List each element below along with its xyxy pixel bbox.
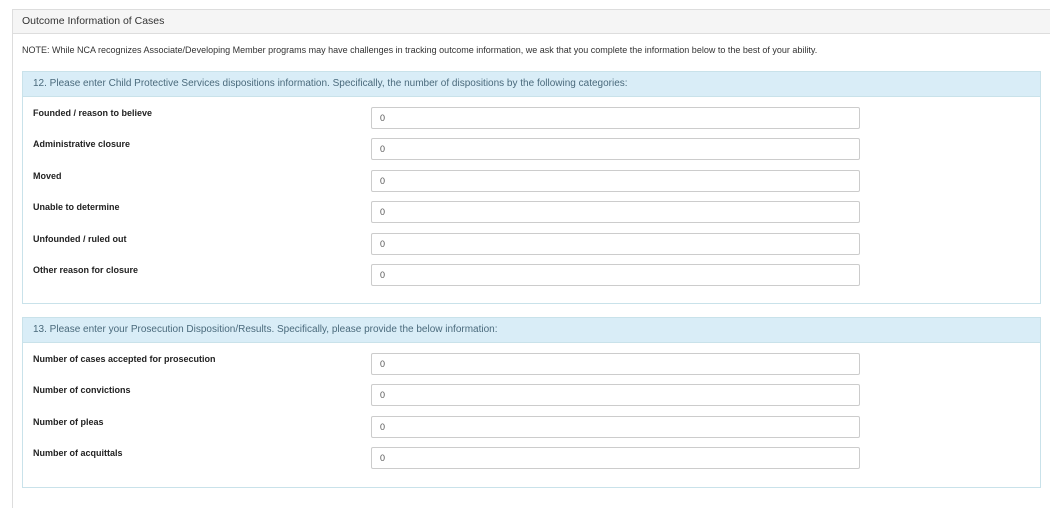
administrative-closure-input[interactable] bbox=[371, 138, 860, 160]
unfounded-input[interactable] bbox=[371, 233, 860, 255]
unable-to-determine-row: Unable to determine bbox=[23, 201, 1040, 225]
acquittals-input[interactable] bbox=[371, 447, 860, 469]
cases-accepted-label: Number of cases accepted for prosecution bbox=[33, 354, 216, 364]
unfounded-label: Unfounded / ruled out bbox=[33, 234, 127, 244]
acquittals-label: Number of acquittals bbox=[33, 448, 123, 458]
other-reason-input[interactable] bbox=[371, 264, 860, 286]
convictions-input[interactable] bbox=[371, 384, 860, 406]
pleas-row: Number of pleas bbox=[23, 416, 1040, 440]
moved-input[interactable] bbox=[371, 170, 860, 192]
outcome-panel: Outcome Information of Cases NOTE: While… bbox=[12, 9, 1050, 508]
convictions-row: Number of convictions bbox=[23, 384, 1040, 408]
cases-accepted-input[interactable] bbox=[371, 353, 860, 375]
note-text: NOTE: While NCA recognizes Associate/Dev… bbox=[22, 45, 818, 55]
unable-to-determine-label: Unable to determine bbox=[33, 202, 120, 212]
other-reason-row: Other reason for closure bbox=[23, 264, 1040, 288]
unfounded-row: Unfounded / ruled out bbox=[23, 233, 1040, 257]
acquittals-row: Number of acquittals bbox=[23, 447, 1040, 471]
moved-label: Moved bbox=[33, 171, 62, 181]
founded-row: Founded / reason to believe bbox=[23, 107, 1040, 131]
founded-input[interactable] bbox=[371, 107, 860, 129]
cps-dispositions-section: 12. Please enter Child Protective Servic… bbox=[22, 71, 1041, 304]
pleas-label: Number of pleas bbox=[33, 417, 104, 427]
founded-label: Founded / reason to believe bbox=[33, 108, 153, 118]
administrative-closure-label: Administrative closure bbox=[33, 139, 131, 149]
pleas-input[interactable] bbox=[371, 416, 860, 438]
cases-accepted-row: Number of cases accepted for prosecution bbox=[23, 353, 1040, 377]
convictions-label: Number of convictions bbox=[33, 385, 131, 395]
prosecution-heading: 13. Please enter your Prosecution Dispos… bbox=[23, 318, 1040, 343]
other-reason-label: Other reason for closure bbox=[33, 265, 139, 275]
administrative-closure-row: Administrative closure bbox=[23, 138, 1040, 162]
panel-title: Outcome Information of Cases bbox=[13, 10, 1050, 34]
prosecution-section: 13. Please enter your Prosecution Dispos… bbox=[22, 317, 1041, 488]
unable-to-determine-input[interactable] bbox=[371, 201, 860, 223]
cps-dispositions-heading: 12. Please enter Child Protective Servic… bbox=[23, 72, 1040, 97]
moved-row: Moved bbox=[23, 170, 1040, 194]
